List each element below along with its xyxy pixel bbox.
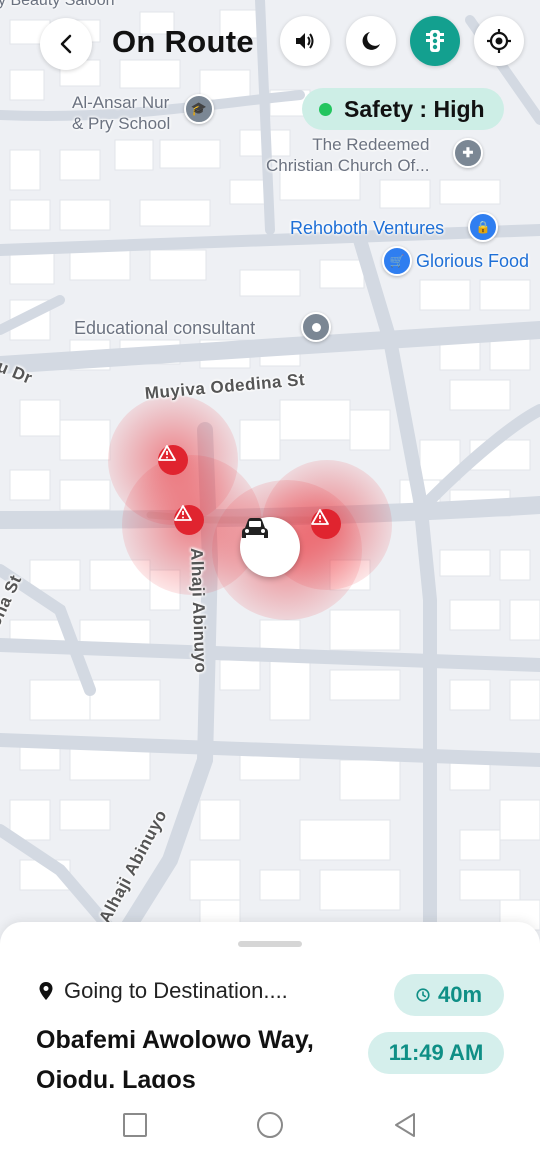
night-mode-button[interactable] [346,16,396,66]
poi-label-glorious[interactable]: Glorious Food [416,251,529,272]
poi-label-rehoboth[interactable]: Rehoboth Ventures [290,218,444,239]
traffic-button[interactable] [410,16,460,66]
graduation-cap-icon: 🎓 [190,101,208,116]
locate-button[interactable] [474,16,524,66]
duration-chip: 40m [394,974,504,1016]
vehicle-marker [240,517,300,577]
eta-value: 11:49 AM [388,1040,484,1065]
poi-label-church[interactable]: The Redeemed Christian Church Of... [266,134,429,176]
drag-handle[interactable] [238,941,302,947]
home-button[interactable] [257,1112,283,1138]
back-button[interactable] [40,18,92,70]
location-pin-icon [39,982,53,1000]
sound-icon [296,33,314,49]
eta-chip: 11:49 AM [368,1032,504,1074]
lock-bag-icon: 🔒 [475,220,491,234]
hazard-marker[interactable] [158,445,188,475]
cart-icon: 🛒 [389,254,405,268]
hazard-marker[interactable] [311,509,341,539]
safety-label: Safety : High [344,95,485,122]
clock-icon [416,988,430,1002]
cross-icon: ✚ [462,145,474,160]
glorious-food-pin[interactable]: 🛒 [382,246,412,276]
school-pin[interactable]: 🎓 [184,94,214,124]
safety-status-dot [319,102,332,116]
dot-icon [311,322,321,332]
night-mode-icon [362,32,380,50]
poi-label-school[interactable]: Al-Ansar Nur & Pry School [72,92,170,134]
locate-icon [487,29,511,53]
rehoboth-pin[interactable]: 🔒 [468,212,498,242]
warning-icon [311,509,329,525]
car-icon [242,518,268,538]
going-row: Going to Destination.... [38,978,288,1004]
consultant-pin[interactable] [301,312,331,342]
back-nav-button[interactable] [393,1112,417,1143]
sound-button[interactable] [280,16,330,66]
traffic-light-icon [426,30,444,52]
map-view[interactable]: Al-Ansar Nur & Pry School 🎓 The Redeemed… [0,0,540,940]
duration-value: 40m [437,982,483,1007]
recent-apps-button[interactable] [123,1113,147,1137]
back-nav-icon [395,1113,415,1137]
poi-label-consultant[interactable]: Educational consultant [74,318,255,339]
destination-line-1: Obafemi Awolowo Way, [36,1026,314,1054]
going-label: Going to Destination.... [64,978,288,1003]
hazard-marker[interactable] [174,505,204,535]
warning-icon [158,445,176,461]
safety-badge: Safety : High [302,88,504,130]
church-pin[interactable]: ✚ [453,138,483,168]
warning-icon [174,505,192,521]
top-cut-label: y Beauty Saloon [0,0,115,9]
back-icon [60,34,72,54]
system-nav-bar [0,1088,540,1160]
page-title: On Route [112,24,254,59]
